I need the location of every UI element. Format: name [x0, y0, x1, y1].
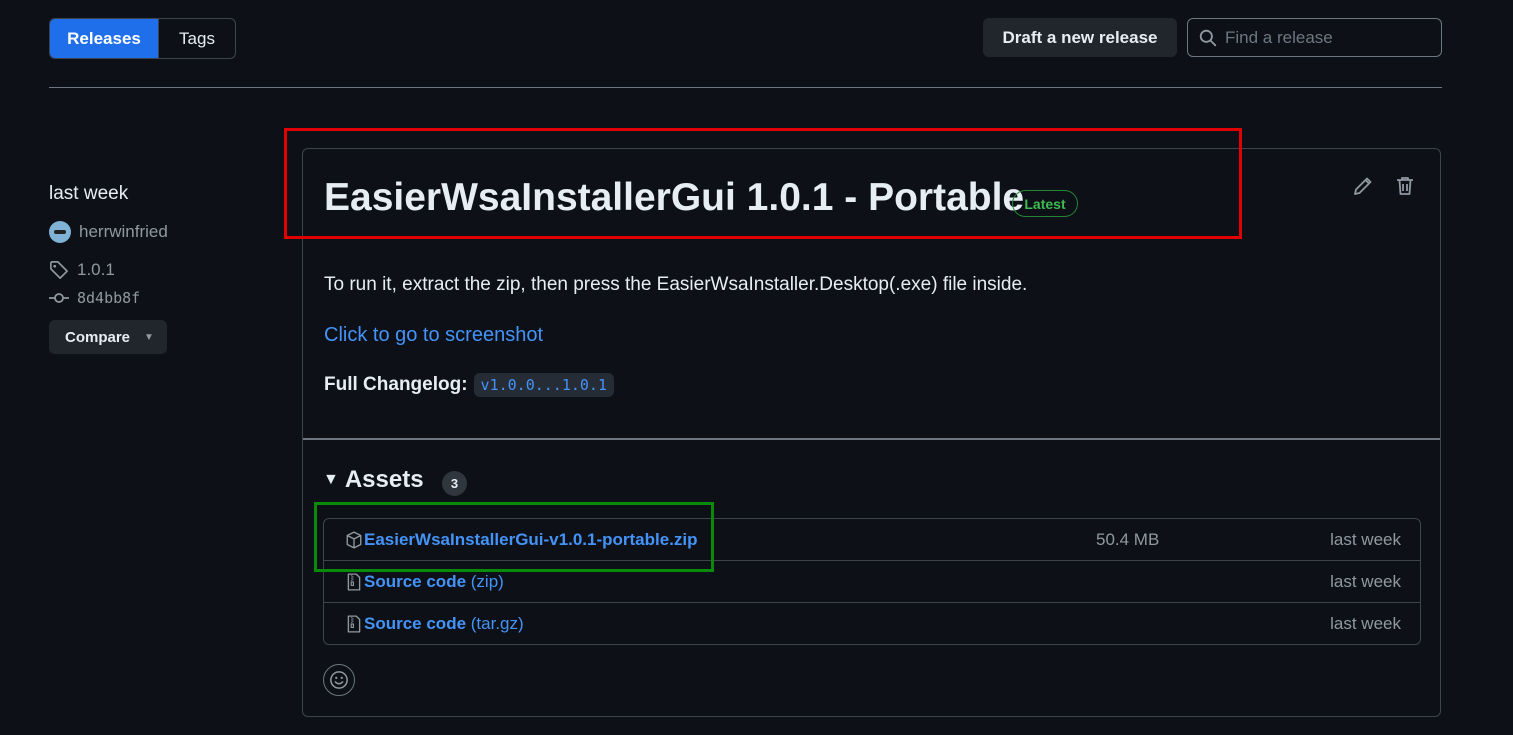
- tag-icon: [50, 261, 68, 279]
- draft-new-release-button[interactable]: Draft a new release: [983, 18, 1177, 57]
- compare-button[interactable]: Compare ▼: [49, 320, 167, 354]
- assets-count-badge: 3: [442, 471, 467, 496]
- smiley-icon: [330, 671, 348, 689]
- file-zip-icon: [347, 615, 361, 633]
- trash-icon[interactable]: [1393, 174, 1417, 198]
- asset-date: last week: [1330, 572, 1401, 591]
- compare-label: Compare: [65, 328, 131, 346]
- header-divider: [49, 87, 1442, 88]
- card-divider: [303, 438, 1440, 440]
- asset-size: 50.4 MB: [1096, 530, 1160, 549]
- tab-releases[interactable]: Releases: [50, 19, 158, 58]
- commit-row[interactable]: 8d4bb8f: [49, 288, 140, 308]
- find-release-search[interactable]: [1187, 18, 1442, 57]
- annotation-highlight-asset: [314, 502, 714, 572]
- assets-toggle[interactable]: ▼ Assets: [323, 466, 424, 494]
- assets-title: Assets: [344, 466, 424, 493]
- tag-row[interactable]: 1.0.1: [49, 260, 115, 280]
- asset-name[interactable]: Source code (zip): [364, 572, 504, 592]
- author-name[interactable]: herrwinfried: [79, 222, 168, 242]
- asset-date: last week: [1330, 530, 1401, 549]
- tab-tags[interactable]: Tags: [158, 19, 235, 58]
- asset-date: last week: [1330, 614, 1401, 633]
- asset-row[interactable]: Source code (tar.gz) last week: [324, 603, 1420, 645]
- annotation-highlight-title: [284, 128, 1242, 239]
- triangle-down-icon: ▼: [323, 471, 339, 488]
- release-date: last week: [49, 183, 129, 204]
- full-changelog: Full Changelog: v1.0.0...1.0.1: [324, 373, 614, 397]
- pencil-icon[interactable]: [1351, 174, 1375, 198]
- changelog-label: Full Changelog:: [324, 374, 468, 395]
- chevron-down-icon: ▼: [144, 331, 154, 343]
- commit-sha[interactable]: 8d4bb8f: [77, 289, 140, 307]
- add-reaction-button[interactable]: [323, 664, 355, 696]
- asset-name-main: Source code: [364, 572, 467, 591]
- search-input[interactable]: [1223, 26, 1427, 49]
- release-tabs: Releases Tags: [49, 18, 236, 59]
- avatar: [49, 221, 71, 243]
- changelog-compare-link[interactable]: v1.0.0...1.0.1: [473, 373, 614, 397]
- release-description: To run it, extract the zip, then press t…: [324, 274, 1028, 295]
- asset-name-main: Source code: [364, 614, 467, 633]
- search-icon: [1199, 29, 1217, 46]
- file-zip-icon: [347, 573, 361, 591]
- commit-icon: [49, 293, 69, 303]
- asset-name-suffix: (zip): [466, 572, 504, 591]
- author-row[interactable]: herrwinfried: [49, 221, 168, 243]
- tag-name[interactable]: 1.0.1: [77, 260, 115, 280]
- screenshot-link[interactable]: Click to go to screenshot: [324, 324, 543, 347]
- asset-name-suffix: (tar.gz): [466, 614, 524, 633]
- asset-name[interactable]: Source code (tar.gz): [364, 614, 524, 634]
